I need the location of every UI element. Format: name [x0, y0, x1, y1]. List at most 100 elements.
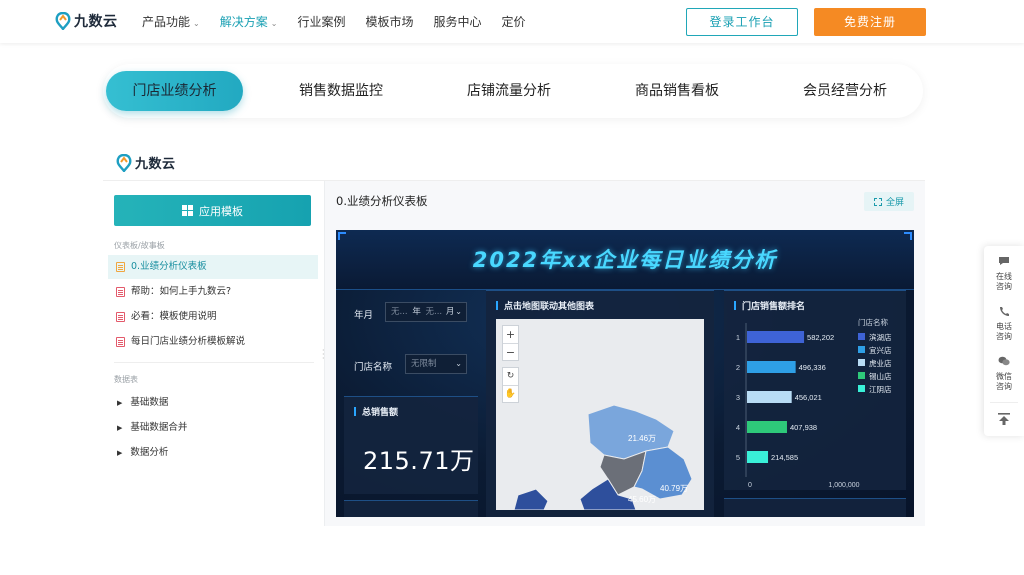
total-sales-panel: 总销售额 215.71万	[344, 396, 478, 494]
dashboard-content: 0.业绩分析仪表板 全屏 2022年xx企业每日业绩分析 年月 无... 年 无…	[325, 181, 925, 526]
legend-swatch	[858, 333, 865, 340]
table-item-label: 数据分析	[130, 447, 169, 458]
apply-template-button[interactable]: 应用模板	[114, 195, 311, 226]
legend-label: 虎业店	[869, 358, 892, 368]
brand-logo[interactable]: 九数云	[55, 11, 118, 31]
table-item-base[interactable]: ▶ 基础数据	[117, 394, 168, 408]
sidebar-item-dashboard[interactable]: 0.业绩分析仪表板	[108, 255, 318, 279]
caret-right-icon: ▶	[117, 399, 123, 407]
apply-template-label: 应用模板	[199, 204, 243, 218]
map-label: 21.46万	[628, 434, 656, 443]
scenario-tabs: 门店业绩分析 销售数据监控 店铺流量分析 商品销售看板 会员经营分析	[103, 64, 923, 118]
zoom-in-icon[interactable]: +	[503, 326, 518, 343]
bar-2	[747, 361, 796, 373]
tab-member-analysis[interactable]: 会员经营分析	[785, 71, 905, 111]
sidebar-item-explanation[interactable]: 每日门店业绩分析模板解说	[108, 330, 318, 354]
demo-brand-name: 九数云	[135, 157, 176, 172]
rail-online-consult[interactable]: 在线 咨询	[984, 256, 1024, 292]
map-label: 40.79万	[660, 484, 688, 493]
tab-store-performance[interactable]: 门店业绩分析	[106, 71, 243, 111]
month-from: 无...	[391, 307, 408, 317]
map-region-west[interactable]	[513, 488, 549, 510]
login-button[interactable]: 登录工作台	[686, 8, 798, 36]
demo-sidebar: 应用模板 仪表板/故事板 0.业绩分析仪表板 帮助：如何上手九数云? 必看：模板…	[103, 181, 325, 526]
map-panel-title: 点击地图联动其他图表	[496, 299, 594, 312]
dashboard-main-title: 2022年xx企业每日业绩分析	[472, 248, 778, 272]
month-to-unit: 月	[445, 307, 455, 317]
nav-item-solutions[interactable]: 解决方案 ⌄	[220, 13, 278, 30]
sidebar-item-guide[interactable]: 必看：模板使用说明	[108, 305, 318, 329]
lower-right-panel	[724, 498, 906, 517]
legend-swatch	[858, 385, 865, 392]
zoom-control: + −	[502, 325, 519, 361]
legend-label: 宜兴店	[869, 345, 892, 355]
document-icon	[116, 287, 125, 297]
bar-value-label: 582,202	[807, 333, 834, 342]
legend-swatch	[858, 346, 865, 353]
demo-brand-logo: 九数云	[116, 153, 176, 172]
rail-phone-consult[interactable]: 电话 咨询	[984, 306, 1024, 342]
filter-label-month: 年月	[354, 310, 374, 321]
bar-3	[747, 391, 792, 403]
brand-mark-icon	[55, 12, 71, 30]
rail-label: 在线	[996, 272, 1012, 281]
nav-item-service[interactable]: 服务中心	[433, 13, 481, 30]
tab-product-board[interactable]: 商品销售看板	[617, 71, 737, 111]
back-to-top-icon[interactable]	[997, 412, 1011, 426]
legend-label: 江阴店	[869, 384, 892, 394]
rail-wechat-consult[interactable]: 微信 咨询	[984, 356, 1024, 392]
total-sales-title: 总销售额	[354, 405, 398, 418]
rail-label: 微信	[996, 372, 1012, 381]
pan-hand-icon[interactable]: ✋	[503, 385, 518, 403]
lower-left-panel	[344, 500, 478, 517]
table-item-analysis[interactable]: ▶ 数据分析	[117, 444, 168, 458]
map-tools: ↻ ✋	[502, 367, 519, 403]
chevron-down-icon: ⌄	[455, 307, 462, 316]
table-item-merged[interactable]: ▶ 基础数据合并	[117, 419, 187, 433]
nav-item-products[interactable]: 产品功能 ⌄	[142, 13, 200, 30]
filter-label-store: 门店名称	[354, 362, 393, 373]
month-range-picker[interactable]: 无... 年 无... 月 ⌄	[385, 302, 467, 322]
dashboard-title: 0.业绩分析仪表板	[336, 194, 428, 208]
rail-label: 电话	[996, 322, 1012, 331]
nav-item-templates[interactable]: 模板市场	[365, 13, 413, 30]
bar-4	[747, 421, 787, 433]
legend-label: 滨湖店	[869, 332, 892, 342]
bar-value-label: 456,021	[795, 393, 822, 402]
frame-corner	[338, 232, 346, 240]
register-button[interactable]: 免费注册	[814, 8, 926, 36]
store-select-value: 无限制	[411, 359, 437, 369]
tab-sales-monitor[interactable]: 销售数据监控	[281, 71, 401, 111]
region-map[interactable]: 21.46万 40.79万 45.60万 + − ↻ ✋	[496, 319, 704, 510]
category-tick-label: 3	[736, 393, 740, 402]
legend-label: 锡山店	[869, 371, 892, 381]
x-tick-label: 1,000,000	[828, 482, 859, 489]
nav-item-cases[interactable]: 行业案例	[297, 13, 345, 30]
fullscreen-button[interactable]: 全屏	[864, 192, 914, 211]
sidebar-item-label: 帮助：如何上手九数云?	[131, 286, 232, 297]
rail-label: 咨询	[996, 282, 1012, 291]
sidebar-item-help[interactable]: 帮助：如何上手九数云?	[108, 280, 318, 304]
bar-value-label: 214,585	[771, 453, 798, 462]
panel-title-text: 点击地图联动其他图表	[504, 302, 595, 312]
contact-rail: 在线 咨询 电话 咨询 微信 咨询	[984, 246, 1024, 436]
store-ranking-panel: 门店销售额排名 1 582,202 2 496,336 3 456,021 4 407,938…	[724, 290, 906, 490]
total-sales-value: 215.71万	[363, 447, 475, 475]
nav-item-pricing[interactable]: 定价	[501, 13, 525, 30]
frame-corner	[904, 232, 912, 240]
category-tick-label: 4	[736, 423, 740, 432]
document-icon	[116, 312, 125, 322]
nav-label: 解决方案	[219, 15, 268, 29]
store-select[interactable]: 无限制 ⌄	[405, 354, 467, 374]
zoom-out-icon[interactable]: −	[503, 343, 518, 361]
chat-icon	[999, 257, 1009, 265]
document-icon	[116, 337, 125, 347]
wechat-icon	[998, 356, 1010, 366]
refresh-icon[interactable]: ↻	[503, 368, 518, 385]
chevron-down-icon: ⌄	[193, 19, 200, 28]
table-item-label: 基础数据合并	[130, 422, 188, 433]
tab-traffic-analysis[interactable]: 店铺流量分析	[449, 71, 569, 111]
chevron-down-icon: ⌄	[455, 359, 462, 368]
brand-name: 九数云	[74, 14, 118, 30]
dashboard-header: 2022年xx企业每日业绩分析	[336, 230, 914, 290]
